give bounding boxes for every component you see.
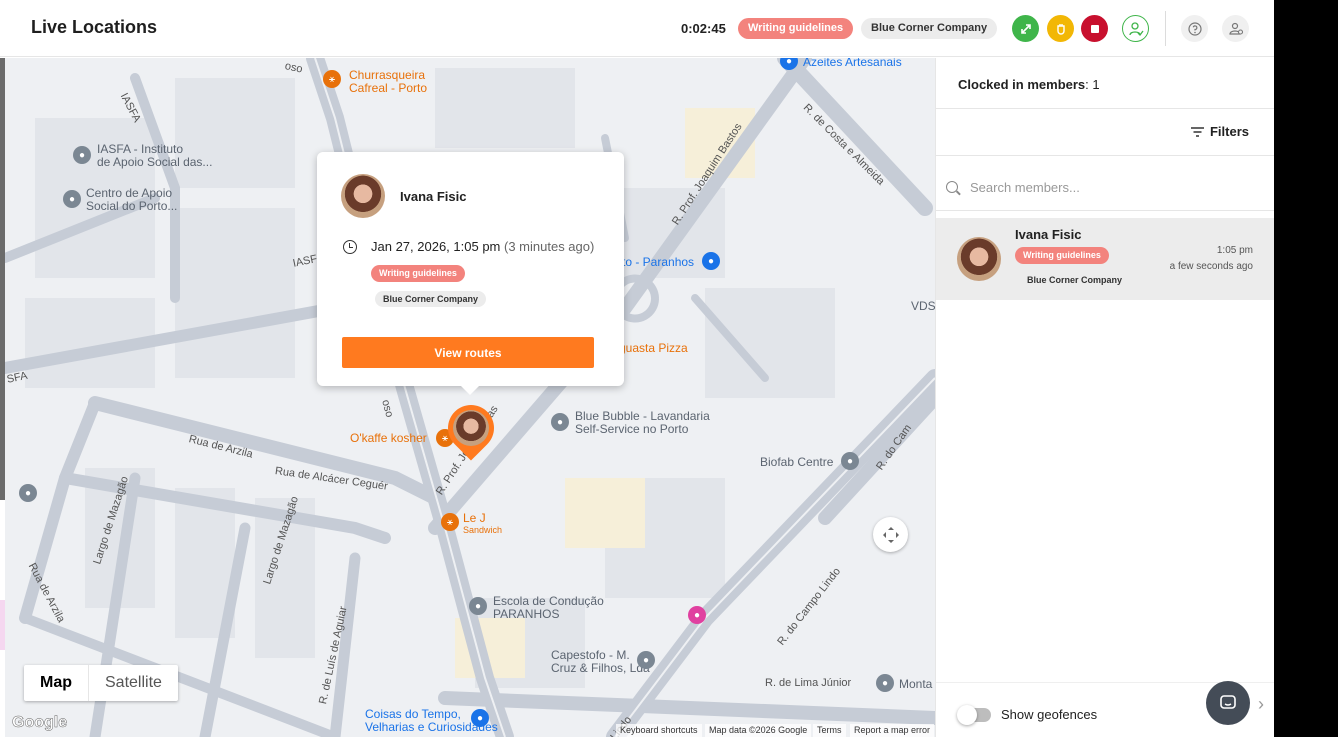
poi-escola[interactable]: Escola de Condução PARANHOS [493,595,604,621]
poi-monta[interactable]: Monta [899,678,932,691]
clocked-members-icon [1128,21,1144,36]
school-pin-icon[interactable]: ● [469,597,487,615]
map-type-control: Map Satellite [24,665,178,701]
map-type-satellite-button[interactable]: Satellite [88,665,178,701]
clocked-members-button[interactable] [1122,15,1149,42]
google-logo: Google [12,714,68,732]
poi-iasfa[interactable]: IASFA - Instituto de Apoio Social das... [97,143,212,169]
app-window: Live Locations 0:02:45 Writing guideline… [0,0,1274,737]
user-settings-button[interactable] [1222,15,1249,42]
place-pin-icon[interactable]: ● [637,651,655,669]
poi-churrasqueira[interactable]: Churrasqueira Cafreal - Porto [349,69,427,95]
place-pin-icon[interactable]: ● [876,674,894,692]
help-button[interactable] [1181,15,1208,42]
school-pin-icon[interactable]: ● [19,484,37,502]
user-settings-icon [1228,22,1243,35]
place-pin-icon[interactable]: ● [63,190,81,208]
map-data-attribution: Map data ©2026 Google [705,724,812,737]
move-arrows-icon [882,526,899,543]
popup-datetime: Jan 27, 2026, 1:05 pm [371,239,501,254]
keyboard-shortcuts-link[interactable]: Keyboard shortcuts [616,724,702,737]
member-info-popup: Ivana Fisic Jan 27, 2026, 1:05 pm (3 min… [317,152,624,395]
chevron-right-icon[interactable]: › [1258,694,1264,715]
popup-ago: (3 minutes ago) [504,239,595,254]
break-icon [1056,23,1065,35]
terms-link[interactable]: Terms [813,724,846,737]
clocked-members-count: Clocked in members: 1 [958,77,1100,92]
divider [936,108,1274,109]
poi-azeites[interactable]: Azeites Artesanais [803,58,902,69]
member-last-time: 1:05 pm [1216,245,1253,256]
popup-company-badge: Blue Corner Company [375,291,487,307]
filter-icon [1190,126,1204,137]
member-company-badge: Blue Corner Company [1019,272,1131,289]
switch-task-icon [1020,23,1031,34]
poi-centro[interactable]: Centro de Apoio Social do Porto... [86,187,177,213]
chat-button[interactable] [1206,681,1250,725]
help-icon [1187,21,1202,36]
clocked-count: : 1 [1085,77,1100,92]
member-name: Ivana Fisic [1015,227,1082,242]
poi-pizza[interactable]: guasta Pizza [619,342,688,355]
timer: 0:02:45 [681,21,726,36]
view-routes-button[interactable]: View routes [342,337,594,368]
filters-label: Filters [1209,124,1249,139]
page-title: Live Locations [31,17,158,37]
place-pin-icon[interactable]: ● [841,452,859,470]
poi-vds: VDS [911,299,935,313]
map-type-map-button[interactable]: Map [24,665,88,701]
chat-icon [1220,695,1236,709]
popup-project-badge: Writing guidelines [371,265,465,282]
shopping-cart-pin-icon[interactable]: ● [702,252,720,270]
geofence-toggle[interactable] [957,705,991,725]
place-pin-icon[interactable]: ● [73,146,91,164]
poi-paranhos[interactable]: to - Paranhos [622,256,694,269]
popup-timestamp: Jan 27, 2026, 1:05 pm (3 minutes ago) [371,239,594,254]
stop-icon [1090,24,1099,33]
switch-task-button[interactable] [1012,15,1039,42]
divider [936,155,1274,156]
report-map-error-link[interactable]: Report a map error [850,724,935,737]
poi-okaffe[interactable]: O'kaffe kosher [350,432,427,445]
place-pin-icon[interactable]: ● [551,413,569,431]
top-bar: Live Locations 0:02:45 Writing guideline… [0,0,1274,57]
poi-bluebubble[interactable]: Blue Bubble - Lavandaria Self-Service no… [575,410,710,436]
avatar [453,410,489,446]
clock-icon [343,240,357,254]
restaurant-pin-icon[interactable]: ⚹ [323,70,341,88]
restaurant-pin-icon[interactable]: ⚹ [441,513,459,531]
fullscreen-button[interactable] [873,517,908,552]
avatar [957,237,1001,281]
clocked-label: Clocked in members [958,77,1086,92]
popup-member-name: Ivana Fisic [400,189,467,204]
project-badge[interactable]: Writing guidelines [738,18,854,39]
filters-button[interactable]: Filters [1190,124,1249,139]
search-input[interactable] [970,176,1260,198]
stop-button[interactable] [1081,15,1108,42]
geofence-label: Show geofences [1001,707,1098,722]
header-separator [1165,11,1166,46]
divider [936,210,1274,211]
shop-pin-icon[interactable]: ● [471,709,489,727]
member-list-item[interactable]: Ivana Fisic Writing guidelines Blue Corn… [936,218,1274,300]
street-label: R. de Lima Júnior [765,677,852,689]
search-box [936,170,1274,210]
members-sidebar: Clocked in members: 1 Filters Ivana Fisi… [935,58,1274,737]
avatar [341,174,385,218]
hotel-pin-icon[interactable]: ● [688,606,706,624]
poi-capestofo[interactable]: Capestofo - M. Cruz & Filhos, Lda [551,649,650,675]
break-button[interactable] [1047,15,1074,42]
poi-lej-sub: Sandwich [463,525,503,535]
search-icon [946,181,958,193]
member-last-seen: a few seconds ago [1169,261,1253,272]
poi-biofab[interactable]: Biofab Centre [760,456,833,469]
company-badge[interactable]: Blue Corner Company [861,18,998,39]
member-project-badge: Writing guidelines [1015,247,1109,264]
